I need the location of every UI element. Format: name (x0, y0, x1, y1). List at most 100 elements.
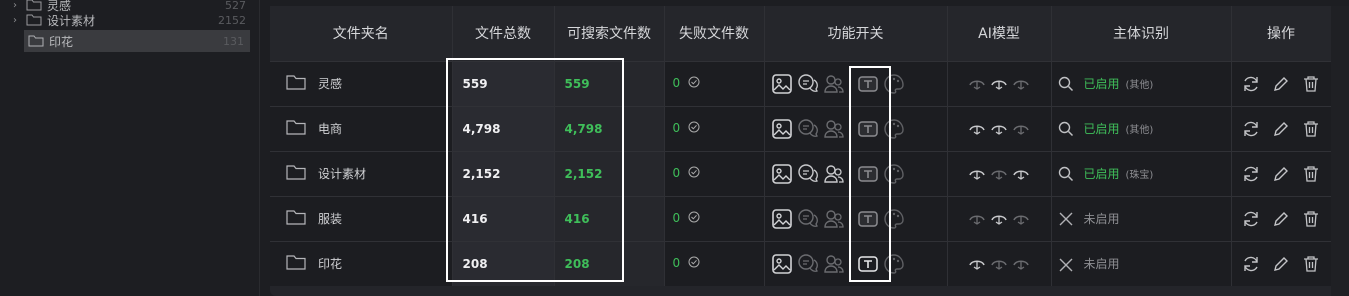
image-icon[interactable] (771, 73, 793, 95)
people-icon[interactable] (823, 253, 845, 275)
edit-icon[interactable] (1272, 75, 1290, 93)
tree-item-label: 印花 (49, 34, 74, 49)
text-icon[interactable] (857, 73, 879, 95)
palette-icon[interactable] (883, 118, 905, 140)
chevron-right-icon[interactable]: › (8, 15, 22, 26)
ai-model-icon[interactable] (1012, 122, 1030, 136)
people-icon[interactable] (823, 208, 845, 230)
chat-icon[interactable] (797, 163, 819, 185)
check-circle-icon[interactable] (688, 121, 700, 136)
check-circle-icon[interactable] (688, 211, 700, 226)
check-circle-icon[interactable] (688, 166, 700, 181)
chat-icon[interactable] (797, 118, 819, 140)
ai-model-icon[interactable] (990, 257, 1008, 271)
ai-model-icon[interactable] (990, 167, 1008, 181)
folder-icon (286, 254, 318, 273)
text-icon[interactable] (857, 118, 879, 140)
folder-name-cell: 设计素材 (270, 150, 453, 196)
ai-model-icon[interactable] (968, 167, 986, 181)
ai-model-icon[interactable] (990, 212, 1008, 226)
text-icon[interactable] (857, 208, 879, 230)
folder-icon (286, 119, 318, 138)
edit-icon[interactable] (1272, 255, 1290, 273)
ai-model-icon[interactable] (1012, 212, 1030, 226)
subject-recognition[interactable]: 未启用 (1051, 195, 1232, 241)
subject-recognition[interactable]: 已启用 (其他) (1051, 60, 1232, 106)
header-total-files[interactable]: 文件总数 (452, 6, 555, 61)
refresh-icon[interactable] (1242, 255, 1260, 273)
chat-icon[interactable] (797, 253, 819, 275)
image-icon[interactable] (771, 163, 793, 185)
ai-model-icon[interactable] (1012, 257, 1030, 271)
ai-model-icon[interactable] (1012, 77, 1030, 91)
total-files: 2,152 (452, 150, 555, 196)
header-folder-name[interactable]: 文件夹名 (270, 6, 453, 61)
scrollbar[interactable] (1331, 6, 1349, 296)
delete-icon[interactable] (1302, 255, 1320, 273)
total-files: 4,798 (452, 105, 555, 151)
edit-icon[interactable] (1272, 210, 1290, 228)
table-row[interactable]: 设计素材 2,152 2,152 0 已启用 (珠宝) (270, 150, 1332, 196)
edit-icon[interactable] (1272, 165, 1290, 183)
ai-model-icon[interactable] (1012, 167, 1030, 181)
palette-icon[interactable] (883, 253, 905, 275)
row-actions (1231, 150, 1332, 196)
people-icon[interactable] (823, 163, 845, 185)
table-row[interactable]: 印花 208 208 0 未启用 (270, 240, 1332, 286)
header-searchable-files[interactable]: 可搜索文件数 (554, 6, 665, 61)
ai-model-icon[interactable] (968, 257, 986, 271)
refresh-icon[interactable] (1242, 165, 1260, 183)
refresh-icon[interactable] (1242, 210, 1260, 228)
image-icon[interactable] (771, 208, 793, 230)
failed-files: 0 (672, 76, 681, 90)
subject-recognition[interactable]: 未启用 (1051, 240, 1232, 286)
image-icon[interactable] (771, 253, 793, 275)
feature-switches (764, 240, 948, 286)
delete-icon[interactable] (1302, 165, 1320, 183)
ai-model-icon[interactable] (968, 212, 986, 226)
subject-status: 已启用 (1083, 121, 1120, 136)
people-icon[interactable] (823, 73, 845, 95)
palette-icon[interactable] (883, 163, 905, 185)
row-actions (1231, 105, 1332, 151)
total-files: 208 (452, 240, 555, 286)
delete-icon[interactable] (1302, 210, 1320, 228)
ai-model-icon[interactable] (990, 77, 1008, 91)
text-icon[interactable] (857, 253, 879, 275)
failed-files-cell: 0 (664, 60, 765, 106)
table-row[interactable]: 灵感 559 559 0 已启用 (其他) (270, 60, 1332, 106)
ai-model-icon[interactable] (968, 122, 986, 136)
tree-item-2[interactable]: 印花 131 (24, 30, 250, 52)
folder-tree: › 灵感 527 › 设计素材 2152 印花 131 (0, 0, 260, 296)
total-files: 416 (452, 195, 555, 241)
check-circle-icon[interactable] (688, 256, 700, 271)
text-icon[interactable] (857, 163, 879, 185)
ai-model-icon[interactable] (968, 77, 986, 91)
header-failed-files[interactable]: 失败文件数 (664, 6, 765, 61)
tree-item-1[interactable]: › 设计素材 2152 (8, 9, 252, 31)
ai-models (947, 150, 1052, 196)
folder-name-cell: 灵感 (270, 60, 453, 106)
check-circle-icon[interactable] (688, 76, 700, 91)
subject-recognition[interactable]: 已启用 (其他) (1051, 105, 1232, 151)
folder-icon (286, 164, 318, 183)
image-icon[interactable] (771, 118, 793, 140)
palette-icon[interactable] (883, 208, 905, 230)
table-row[interactable]: 服装 416 416 0 未启用 (270, 195, 1332, 241)
subject-recognition[interactable]: 已启用 (珠宝) (1051, 150, 1232, 196)
folder-name-cell: 服装 (270, 195, 453, 241)
refresh-icon[interactable] (1242, 75, 1260, 93)
palette-icon[interactable] (883, 73, 905, 95)
folder-name: 灵感 (318, 77, 343, 91)
chat-icon[interactable] (797, 208, 819, 230)
feature-switches (764, 105, 948, 151)
people-icon[interactable] (823, 118, 845, 140)
chat-icon[interactable] (797, 73, 819, 95)
edit-icon[interactable] (1272, 120, 1290, 138)
table-row[interactable]: 电商 4,798 4,798 0 已启用 (其他) (270, 105, 1332, 151)
delete-icon[interactable] (1302, 75, 1320, 93)
delete-icon[interactable] (1302, 120, 1320, 138)
feature-switches (764, 150, 948, 196)
ai-model-icon[interactable] (990, 122, 1008, 136)
refresh-icon[interactable] (1242, 120, 1260, 138)
